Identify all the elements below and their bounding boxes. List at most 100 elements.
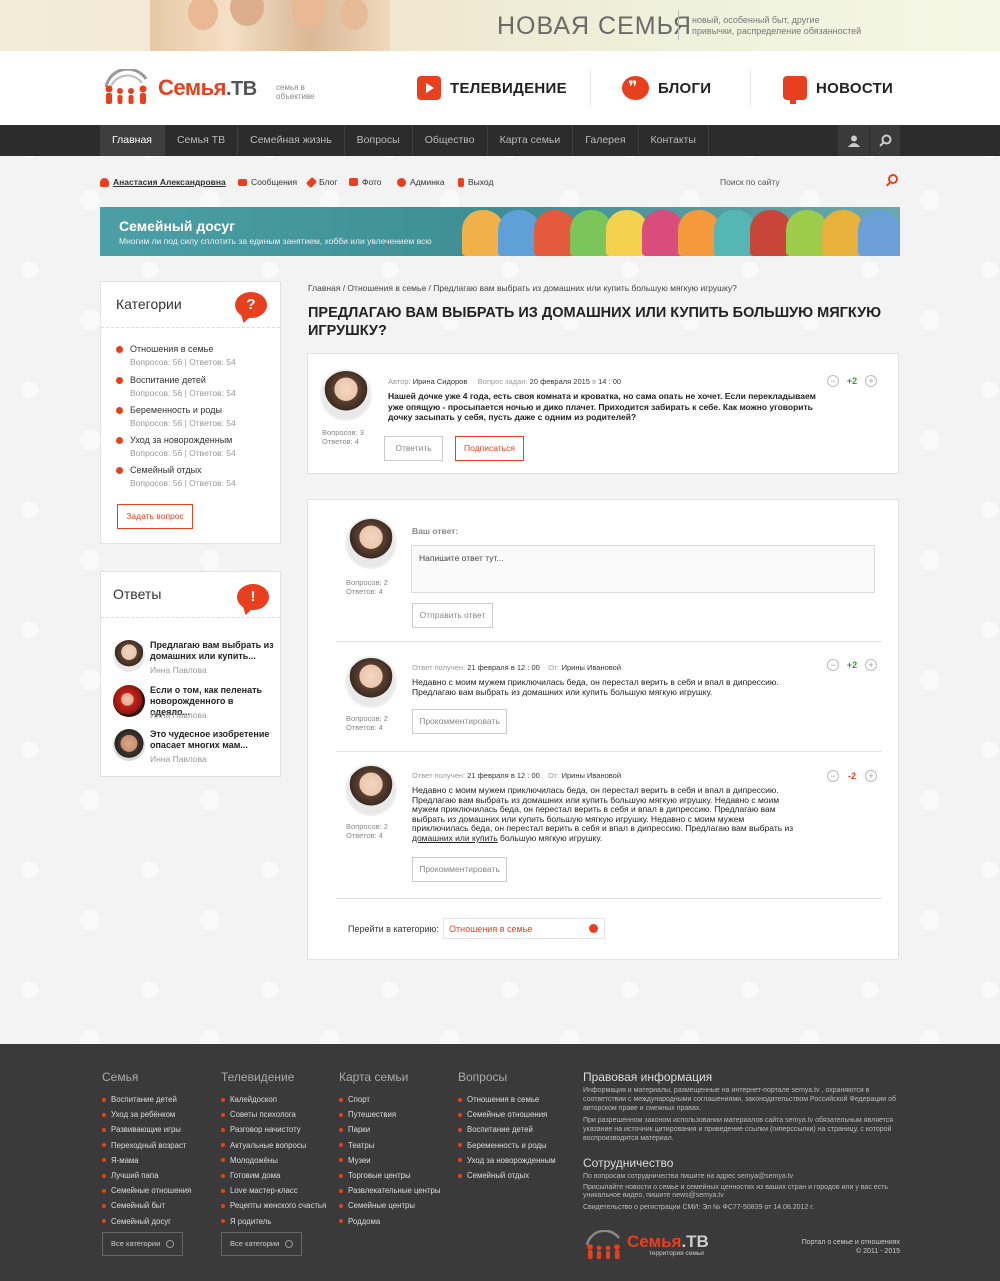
answer-inline-link[interactable]: домашних или купить — [412, 833, 498, 843]
logout-link[interactable]: Выход — [458, 177, 493, 187]
answer-text: Недавно с моим мужем приключилась беда, … — [412, 785, 794, 843]
question-bubble-icon: ? — [235, 292, 267, 318]
category-item[interactable]: Отношения в семье Вопросов: 56 | Ответов:… — [116, 344, 266, 367]
vote-down-button[interactable]: − — [827, 375, 839, 387]
all-categories-button[interactable]: Все категории — [102, 1232, 183, 1256]
promo-banner[interactable]: Семейный досуг Многим ли под силу сплоти… — [100, 207, 900, 256]
subscribe-button[interactable]: Подписаться — [455, 436, 524, 461]
close-circle-icon — [166, 1240, 174, 1248]
footer-link[interactable]: Калейдоскоп — [221, 1092, 326, 1107]
footer-link[interactable]: Советы психолога — [221, 1107, 326, 1122]
question-meta: Автор: Ирина Сидоров Вопрос задан: 20 фе… — [388, 377, 622, 386]
footer-column-tv: Телевидение Калейдоскоп Советы психолога… — [221, 1070, 326, 1229]
answer-textarea[interactable]: Напишите ответ тут... — [411, 545, 875, 593]
user-icon[interactable] — [838, 125, 869, 156]
vote-up-button[interactable]: + — [865, 770, 877, 782]
footer-link[interactable]: Семейный досуг — [102, 1214, 191, 1229]
footer-link[interactable]: Театры — [339, 1138, 440, 1153]
footer-link[interactable]: Переходный возраст — [102, 1138, 191, 1153]
menu-item-contacts[interactable]: Контакты — [639, 125, 709, 156]
family-logo-icon — [104, 69, 148, 104]
footer-link[interactable]: Торговые центры — [339, 1168, 440, 1183]
footer-link[interactable]: Семейные отношения — [102, 1183, 191, 1198]
footer-link[interactable]: Воспитание детей — [102, 1092, 191, 1107]
footer-link[interactable]: Лучший папа — [102, 1168, 191, 1183]
menu-item-family-life[interactable]: Семейная жизнь — [238, 125, 345, 156]
search-submit-icon[interactable] — [888, 174, 898, 184]
goto-category-label: Перейти в категорию: — [348, 924, 439, 934]
search-icon[interactable] — [869, 125, 900, 156]
footer-logo[interactable]: Семья.ТВ территория семьи — [583, 1228, 723, 1262]
footer-link[interactable]: Уход за новорожденным — [458, 1153, 556, 1168]
menu-item-society[interactable]: Общество — [413, 125, 488, 156]
vote-down-button[interactable]: − — [827, 770, 839, 782]
footer-link[interactable]: Роддома — [339, 1214, 440, 1229]
ask-question-button[interactable]: Задать вопрос — [117, 504, 193, 529]
answer-list-item[interactable]: Это чудесное изобретение опасает многих … — [113, 729, 273, 769]
footer-link[interactable]: Развивающие игры — [102, 1122, 191, 1137]
category-item[interactable]: Уход за новорожденным Вопросов: 56 | Отве… — [116, 435, 266, 458]
site-logo[interactable]: Семья.ТВ семья в объективе — [100, 65, 340, 109]
user-profile-link[interactable]: Анастасия Александровна — [100, 177, 226, 187]
footer-link[interactable]: Развлекательные центры — [339, 1183, 440, 1198]
footer-link[interactable]: Парки — [339, 1122, 440, 1137]
footer-link[interactable]: Я родитель — [221, 1214, 326, 1229]
admin-link[interactable]: Админка — [397, 177, 445, 187]
category-item[interactable]: Беременность и роды Вопросов: 56 | Ответо… — [116, 405, 266, 428]
menu-item-questions[interactable]: Вопросы — [345, 125, 413, 156]
footer-link[interactable]: Семейный отдых — [458, 1168, 556, 1183]
submit-answer-button[interactable]: Отправить ответ — [412, 603, 493, 628]
breadcrumb[interactable]: Главная / Отношения в семье / Предлагаю … — [308, 283, 737, 293]
header-nav-blogs[interactable]: ❞ БЛОГИ — [622, 73, 711, 103]
all-categories-button[interactable]: Все категории — [221, 1232, 302, 1256]
logo-slogan: семья в объективе — [276, 83, 315, 101]
vote-up-button[interactable]: + — [865, 659, 877, 671]
footer-link[interactable]: Музеи — [339, 1153, 440, 1168]
photo-link[interactable]: Фото — [349, 177, 382, 187]
footer-link[interactable]: Семейные отношения — [458, 1107, 556, 1122]
footer-link[interactable]: Готовим дома — [221, 1168, 326, 1183]
header-nav-tv[interactable]: ТЕЛЕВИДЕНИЕ — [417, 73, 567, 103]
comment-button[interactable]: Прокомментировать — [412, 709, 507, 734]
answer-vote: − +2 + — [827, 658, 877, 672]
footer-link[interactable]: Актуальные вопросы — [221, 1138, 326, 1153]
footer-link[interactable]: Беременность и роды — [458, 1138, 556, 1153]
footer-link[interactable]: Love мастер-класс — [221, 1183, 326, 1198]
footer-link[interactable]: Молодожёны — [221, 1153, 326, 1168]
vote-up-button[interactable]: + — [865, 375, 877, 387]
footer-link[interactable]: Спорт — [339, 1092, 440, 1107]
footer-link[interactable]: Путешествия — [339, 1107, 440, 1122]
category-item[interactable]: Воспитание детей Вопросов: 56 | Ответов: … — [116, 375, 266, 398]
menu-item-home[interactable]: Главная — [100, 125, 165, 156]
footer-link[interactable]: Я-мама — [102, 1153, 191, 1168]
answer-label: Ваш ответ: — [412, 526, 459, 536]
vote-down-button[interactable]: − — [827, 659, 839, 671]
answer-list-item[interactable]: Предлагаю вам выбрать из домашних или ку… — [113, 640, 274, 680]
envelope-icon — [238, 178, 247, 186]
exit-icon — [458, 177, 464, 187]
footer-link[interactable]: Рецепты женского счастья — [221, 1198, 326, 1213]
reply-button[interactable]: Ответить — [384, 436, 443, 461]
footer-link[interactable]: Семейные центры — [339, 1198, 440, 1213]
quote-bubble-icon: ❞ — [622, 76, 649, 100]
logo-suffix: .ТВ — [225, 78, 257, 100]
menu-item-family-map[interactable]: Карта семьи — [488, 125, 574, 156]
footer-link[interactable]: Семейный быт — [102, 1198, 191, 1213]
site-search-input[interactable]: Поиск по сайту — [720, 172, 900, 190]
menu-item-gallery[interactable]: Галерея — [573, 125, 639, 156]
answers-card: Вопросов: 2 Ответов: 4 Ваш ответ: Напишит… — [307, 499, 899, 960]
menu-item-semya-tv[interactable]: Семья ТВ — [165, 125, 239, 156]
messages-link[interactable]: Сообщения — [238, 177, 297, 187]
footer-link[interactable]: Разговор начистоту — [221, 1122, 326, 1137]
footer-link[interactable]: Отношения в семье — [458, 1092, 556, 1107]
footer-link[interactable]: Уход за ребёнком — [102, 1107, 191, 1122]
answer-list-item[interactable]: Если о том, как пеленать новорожденного … — [113, 685, 273, 725]
footer-link[interactable]: Воспитание детей — [458, 1122, 556, 1137]
top-banner: НОВАЯ СЕМЬЯ новый, особенный быт, другие… — [0, 0, 1000, 51]
avatar — [113, 685, 145, 717]
comment-button[interactable]: Прокомментировать — [412, 857, 507, 882]
header-nav-news[interactable]: НОВОСТИ — [783, 73, 893, 104]
blog-link[interactable]: Блог — [305, 176, 337, 188]
category-select[interactable]: Отношения в семье — [443, 918, 605, 939]
category-item[interactable]: Семейный отдых Вопросов: 56 | Ответов: 54 — [116, 465, 266, 488]
